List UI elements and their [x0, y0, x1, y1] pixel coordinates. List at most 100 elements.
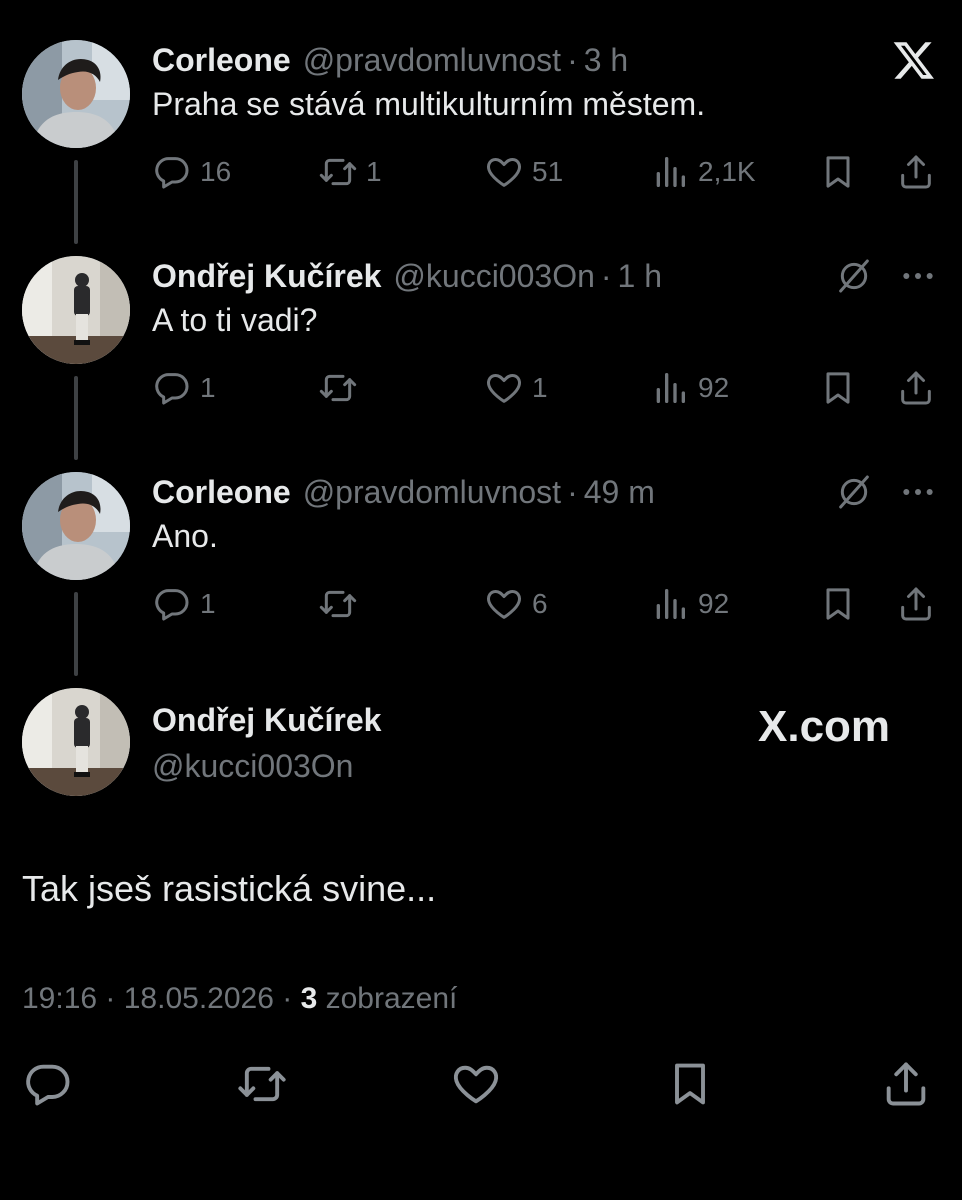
- views-button[interactable]: 92: [650, 366, 729, 410]
- bookmark-icon: [818, 584, 858, 624]
- like-button[interactable]: 1: [484, 366, 548, 410]
- share-icon: [896, 368, 936, 408]
- heart-icon: [484, 368, 524, 408]
- like-count: 6: [532, 588, 548, 619]
- main-display-name[interactable]: Ondřej Kučírek: [152, 702, 381, 739]
- bookmark-button[interactable]: [664, 1058, 720, 1114]
- reply-button[interactable]: [22, 1058, 78, 1114]
- grok-icon[interactable]: [834, 472, 874, 512]
- avatar[interactable]: [22, 40, 130, 148]
- x-com-watermark: X.com: [758, 702, 890, 752]
- x-logo-icon: [892, 38, 936, 82]
- display-name[interactable]: Ondřej Kučírek: [152, 258, 381, 295]
- share-icon: [880, 1058, 932, 1110]
- reply-button[interactable]: 1: [152, 582, 216, 626]
- thread-line: [74, 592, 78, 676]
- views-count: 3: [300, 982, 318, 1015]
- meta-separator: ·: [273, 982, 301, 1015]
- meta-separator: ·: [97, 982, 124, 1015]
- user-handle[interactable]: @pravdomluvnost: [303, 42, 561, 79]
- share-icon: [896, 584, 936, 624]
- tweet-time[interactable]: 1 h: [618, 258, 662, 295]
- heart-icon: [484, 584, 524, 624]
- share-button[interactable]: [896, 150, 936, 194]
- views-button[interactable]: 92: [650, 582, 729, 626]
- repost-count: 1: [366, 156, 382, 187]
- views-count: 92: [698, 588, 730, 619]
- tweet-header: Ondřej Kučírek @kucci003On · 1 h: [152, 256, 662, 296]
- tweet-time[interactable]: 49 m: [584, 474, 655, 511]
- action-bar: 1 1 92: [152, 366, 942, 410]
- bookmark-button[interactable]: [818, 150, 858, 194]
- separator-dot: ·: [567, 473, 578, 510]
- views-label: zobrazení: [317, 982, 458, 1015]
- like-count: 51: [532, 156, 564, 187]
- share-button[interactable]: [880, 1058, 936, 1114]
- thread-line: [74, 160, 78, 244]
- x-com-label: X.com: [758, 702, 891, 751]
- avatar[interactable]: [22, 256, 130, 364]
- tweet-header: Corleone @pravdomluvnost · 49 m: [152, 472, 655, 512]
- display-name[interactable]: Corleone: [152, 474, 291, 511]
- user-handle[interactable]: @pravdomluvnost: [303, 474, 561, 511]
- views-button[interactable]: 2,1K: [650, 150, 756, 194]
- repost-icon: [236, 1058, 288, 1110]
- share-button[interactable]: [896, 582, 936, 626]
- separator-dot: ·: [600, 257, 612, 294]
- reply-icon: [152, 368, 192, 408]
- tweet-header: Corleone @pravdomluvnost · 3 h: [152, 40, 628, 80]
- thread-line: [74, 376, 78, 460]
- reply-button[interactable]: 16: [152, 150, 231, 194]
- tweet-text: Ano.: [152, 518, 218, 554]
- tweet-time[interactable]: 3 h: [584, 42, 628, 79]
- post-time[interactable]: 19:16: [22, 982, 97, 1015]
- main-user-handle[interactable]: @kucci003On: [152, 748, 353, 785]
- views-icon: [650, 152, 690, 192]
- views-icon: [650, 584, 690, 624]
- reply-count: 1: [200, 588, 216, 619]
- share-button[interactable]: [896, 366, 936, 410]
- reply-icon: [152, 152, 192, 192]
- bookmark-icon: [818, 368, 858, 408]
- main-avatar[interactable]: [22, 688, 130, 796]
- repost-icon: [318, 152, 358, 192]
- repost-button[interactable]: [318, 366, 366, 410]
- post-date[interactable]: 18.05.2026: [124, 982, 274, 1015]
- grok-icon[interactable]: [834, 256, 874, 296]
- repost-icon: [318, 584, 358, 624]
- repost-button[interactable]: [318, 582, 366, 626]
- reply-count: 1: [200, 372, 216, 403]
- like-button[interactable]: [450, 1058, 506, 1114]
- action-bar: 16 1 51 2,1K: [152, 150, 942, 194]
- tweet-text: Praha se stává multikulturním městem.: [152, 86, 706, 122]
- views-icon: [650, 368, 690, 408]
- main-tweet-text: Tak jseš rasistická svine...: [22, 868, 437, 909]
- reply-button[interactable]: 1: [152, 366, 216, 410]
- like-count: 1: [532, 372, 548, 403]
- repost-icon: [318, 368, 358, 408]
- reply-icon: [22, 1058, 74, 1110]
- views-count: 92: [698, 372, 730, 403]
- repost-button[interactable]: [236, 1058, 292, 1114]
- bookmark-button[interactable]: [818, 366, 858, 410]
- like-button[interactable]: 51: [484, 150, 563, 194]
- tweet-meta: 19:16 · 18.05.2026 · 3 zobrazení: [22, 982, 457, 1016]
- bookmark-icon: [818, 152, 858, 192]
- tweet-text: A to ti vadi?: [152, 302, 318, 338]
- heart-icon: [484, 152, 524, 192]
- reply-icon: [152, 584, 192, 624]
- main-action-bar: [0, 1058, 962, 1114]
- user-handle[interactable]: @kucci003On: [393, 258, 594, 295]
- bookmark-button[interactable]: [818, 582, 858, 626]
- views-count: 2,1K: [698, 156, 756, 187]
- display-name[interactable]: Corleone: [152, 42, 291, 79]
- avatar[interactable]: [22, 472, 130, 580]
- more-icon[interactable]: [898, 472, 938, 512]
- share-icon: [896, 152, 936, 192]
- like-button[interactable]: 6: [484, 582, 548, 626]
- action-bar: 1 6 92: [152, 582, 942, 626]
- more-icon[interactable]: [898, 256, 938, 296]
- repost-button[interactable]: 1: [318, 150, 382, 194]
- separator-dot: ·: [567, 41, 578, 78]
- heart-icon: [450, 1058, 502, 1110]
